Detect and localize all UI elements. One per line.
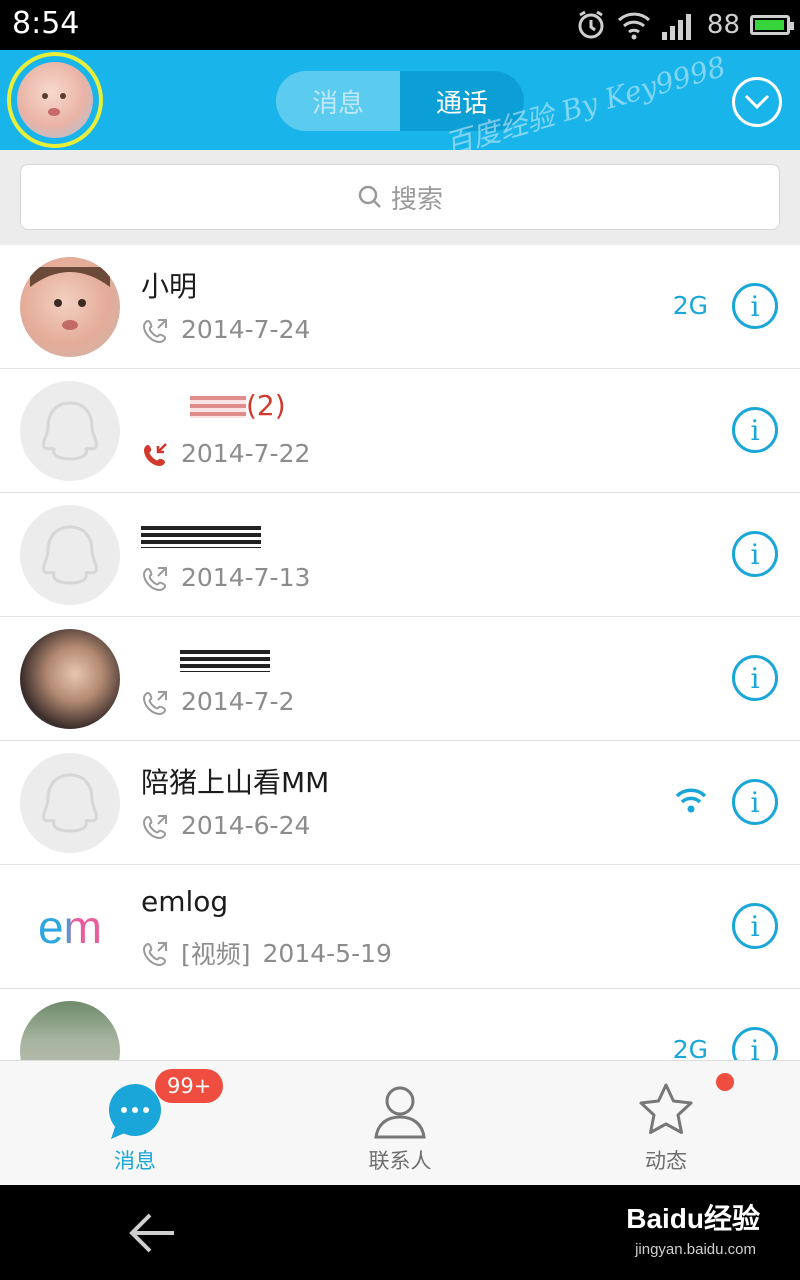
info-button[interactable]: i (732, 531, 778, 577)
bottom-tab-bar: 99+ 消息 联系人 动态 (0, 1060, 800, 1185)
default-avatar-icon (42, 525, 98, 585)
info-button[interactable]: i (732, 407, 778, 453)
info-icon: i (750, 909, 760, 943)
info-icon: i (750, 785, 760, 819)
avatar (20, 381, 120, 481)
dropdown-button[interactable] (732, 77, 782, 127)
info-icon: i (750, 413, 760, 447)
tab-messages[interactable]: 消息 (276, 71, 400, 131)
network-badge: 2G (672, 291, 708, 320)
call-meta: 2014-7-24 (143, 315, 310, 344)
status-time: 8:54 (12, 6, 80, 41)
chevron-down-icon (744, 94, 770, 110)
outgoing-call-icon (143, 690, 167, 715)
contact-name (141, 519, 261, 552)
bottom-tab-messages[interactable]: 99+ 消息 (35, 1061, 235, 1186)
call-type-label: [视频] (181, 940, 251, 969)
battery-level: 88 (706, 10, 740, 40)
baidu-watermark-url: jingyan.baidu.com (635, 1241, 756, 1258)
default-avatar-icon (42, 401, 98, 461)
call-meta: 2014-7-22 (143, 439, 310, 468)
default-avatar-icon (42, 773, 98, 833)
bottom-tab-contacts[interactable]: 联系人 (300, 1061, 500, 1186)
signal-icon (661, 14, 691, 40)
info-button[interactable]: i (732, 903, 778, 949)
call-row[interactable]: (2) 2014-7-22 i (0, 369, 800, 493)
search-placeholder: 搜索 (390, 184, 443, 215)
contact-name: 小明 (141, 270, 198, 303)
contact-name: 陪猪上山看MM (141, 766, 330, 799)
tab-label: 联系人 (368, 1149, 432, 1173)
call-meta: 2014-6-24 (143, 811, 310, 840)
call-row[interactable]: 2014-7-2 i (0, 617, 800, 741)
info-icon: i (750, 661, 760, 695)
profile-avatar-button[interactable] (7, 52, 103, 148)
info-icon: i (750, 537, 760, 571)
contact-person-icon (374, 1086, 426, 1139)
outgoing-call-icon (143, 942, 167, 966)
avatar (20, 1001, 120, 1060)
unread-badge: 99+ (155, 1069, 224, 1103)
avatar (20, 505, 120, 605)
info-button[interactable]: i (732, 779, 778, 825)
outgoing-call-icon (143, 318, 167, 343)
info-icon: i (750, 289, 760, 323)
status-bar: 8:54 88 (0, 0, 800, 50)
contact-name: emlog (141, 885, 229, 918)
tab-label: 消息 (114, 1149, 156, 1173)
call-meta: 2014-7-2 (143, 687, 294, 716)
star-icon (639, 1083, 693, 1134)
network-badge: 2G (672, 1035, 708, 1060)
call-row[interactable]: 2G i (0, 989, 800, 1060)
wifi-badge-icon (675, 788, 707, 813)
back-arrow-icon[interactable] (128, 1211, 176, 1255)
call-date: 2014-7-13 (181, 563, 311, 592)
info-button[interactable]: i (732, 655, 778, 701)
wifi-status-icon (617, 12, 650, 40)
call-date: 2014-6-24 (181, 811, 311, 840)
call-date: 2014-7-24 (181, 315, 311, 344)
call-row[interactable]: 2014-7-13 i (0, 493, 800, 617)
info-button[interactable]: i (732, 283, 778, 329)
call-row[interactable]: 小明 2014-7-24 2G i (0, 245, 800, 369)
baidu-watermark: Baidu经验 (626, 1203, 760, 1234)
avatar (20, 629, 120, 729)
avatar (20, 257, 120, 357)
app-header: 消息 通话 百度经验 By Key9998 (0, 50, 800, 162)
outgoing-call-icon (143, 814, 167, 839)
search-input[interactable]: 搜索 (20, 164, 780, 230)
call-list: 小明 2014-7-24 2G i (2) 2014-7-22 i 2014-7… (0, 245, 800, 1060)
call-date: 2014-7-2 (181, 687, 295, 716)
call-date: 2014-7-22 (181, 439, 311, 468)
tab-label: 动态 (645, 1149, 687, 1173)
call-row[interactable]: em emlog [视频] 2014-5-19 i (0, 865, 800, 989)
avatar (17, 62, 93, 138)
call-row[interactable]: 陪猪上山看MM 2014-6-24 i (0, 741, 800, 865)
call-meta: [视频] 2014-5-19 (143, 935, 392, 971)
search-icon (358, 185, 381, 208)
contact-name (180, 643, 270, 676)
missed-call-icon (144, 442, 167, 466)
avatar (20, 753, 120, 853)
status-icons: 88 (575, 6, 794, 44)
avatar: em (20, 877, 120, 977)
bottom-tab-feed[interactable]: 动态 (566, 1061, 766, 1186)
info-icon: i (750, 1033, 760, 1061)
search-bar-container: 搜索 (0, 150, 800, 245)
contact-name: (2) (190, 389, 286, 422)
outgoing-call-icon (143, 566, 167, 591)
notification-dot (716, 1073, 734, 1091)
info-button[interactable]: i (732, 1027, 778, 1060)
alarm-icon (578, 10, 604, 39)
call-meta: 2014-7-13 (143, 563, 310, 592)
battery-icon (750, 15, 794, 35)
system-nav-bar: Baidu经验 jingyan.baidu.com (0, 1185, 800, 1280)
call-date: 2014-5-19 (262, 938, 392, 968)
avatar-text: em (38, 901, 102, 953)
